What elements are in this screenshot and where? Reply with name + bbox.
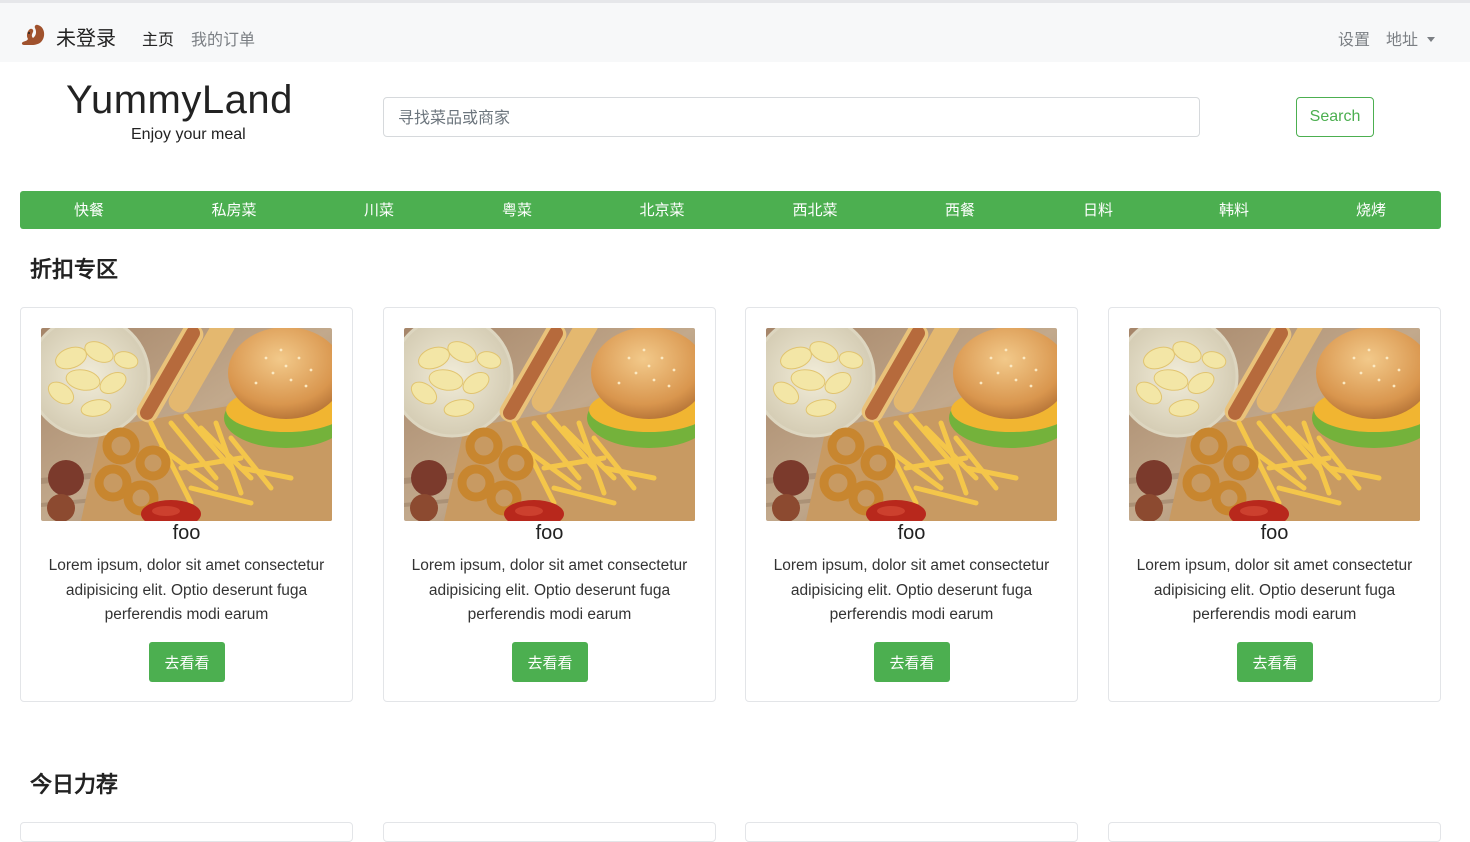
search-button[interactable]: Search	[1296, 97, 1374, 137]
view-button[interactable]: 去看看	[149, 642, 225, 682]
site-logo-subtitle: Enjoy your meal	[131, 126, 246, 143]
product-card-partial	[383, 822, 716, 842]
card-description: Lorem ipsum, dolor sit amet consectetur …	[773, 557, 1050, 623]
nav-link-home[interactable]: 主页	[142, 26, 174, 50]
category-item[interactable]: 私房菜	[211, 191, 256, 229]
fast-food-image[interactable]	[766, 328, 1057, 521]
section-title-discount: 折扣专区	[30, 258, 119, 283]
top-navbar: 未登录 主页 我的订单 设置 地址	[0, 0, 1470, 62]
product-card: foo Lorem ipsum, dolor sit amet consecte…	[20, 307, 353, 702]
address-label: 地址	[1386, 30, 1419, 49]
nav-link-settings[interactable]: 设置	[1338, 26, 1370, 50]
product-card: foo Lorem ipsum, dolor sit amet consecte…	[383, 307, 716, 702]
category-item[interactable]: 韩料	[1219, 191, 1249, 229]
card-title: foo	[1260, 522, 1289, 544]
product-card: foo Lorem ipsum, dolor sit amet consecte…	[745, 307, 1078, 702]
nav-link-orders[interactable]: 我的订单	[191, 26, 255, 50]
view-button[interactable]: 去看看	[874, 642, 950, 682]
card-title: foo	[897, 522, 926, 544]
login-status-label[interactable]: 未登录	[56, 22, 116, 51]
category-item[interactable]: 西北菜	[792, 191, 837, 229]
fast-food-image[interactable]	[41, 328, 332, 521]
category-item[interactable]: 西餐	[945, 191, 975, 229]
card-description: Lorem ipsum, dolor sit amet consectetur …	[1136, 557, 1413, 623]
address-dropdown[interactable]: 地址	[1386, 26, 1436, 50]
category-item[interactable]: 日料	[1083, 191, 1113, 229]
category-item[interactable]: 川菜	[364, 191, 394, 229]
view-button[interactable]: 去看看	[512, 642, 588, 682]
category-item[interactable]: 快餐	[74, 191, 104, 229]
card-description: Lorem ipsum, dolor sit amet consectetur …	[48, 557, 325, 623]
section-title-recommend: 今日力荐	[30, 773, 119, 798]
caret-down-icon	[1427, 37, 1436, 42]
category-item[interactable]: 粤菜	[502, 191, 532, 229]
view-button[interactable]: 去看看	[1237, 642, 1313, 682]
category-item[interactable]: 北京菜	[639, 191, 684, 229]
product-card-partial	[1108, 822, 1441, 842]
card-title: foo	[535, 522, 564, 544]
fast-food-image[interactable]	[1129, 328, 1420, 521]
product-card-partial	[20, 822, 353, 842]
product-card: foo Lorem ipsum, dolor sit amet consecte…	[1108, 307, 1441, 702]
category-bar: 快餐 私房菜 川菜 粤菜 北京菜 西北菜 西餐 日料 韩料 烧烤	[20, 191, 1441, 229]
card-description: Lorem ipsum, dolor sit amet consectetur …	[411, 557, 688, 623]
site-logo-title[interactable]: YummyLand	[66, 78, 293, 123]
product-card-partial	[745, 822, 1078, 842]
search-input[interactable]	[383, 97, 1200, 137]
fast-food-image[interactable]	[404, 328, 695, 521]
category-item[interactable]: 烧烤	[1356, 191, 1386, 229]
squirrel-icon[interactable]	[18, 21, 46, 49]
card-title: foo	[172, 522, 201, 544]
